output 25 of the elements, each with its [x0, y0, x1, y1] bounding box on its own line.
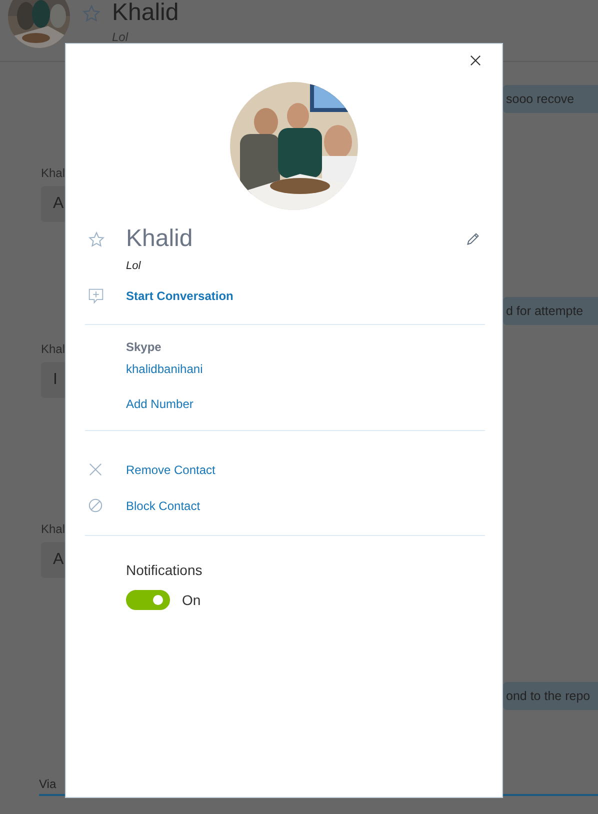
message-bubble: sooo recove [503, 85, 598, 113]
mood-message: Lol [126, 260, 141, 272]
block-icon [88, 498, 103, 513]
notifications-toggle[interactable] [126, 590, 170, 610]
block-contact-link[interactable]: Block Contact [126, 498, 200, 512]
skype-label: Skype [126, 340, 162, 354]
message-bubble: d for attempte [503, 297, 598, 325]
skype-name-link[interactable]: khalidbanihani [126, 362, 203, 376]
sender-name: Khal [41, 166, 66, 180]
remove-contact-link[interactable]: Remove Contact [126, 462, 216, 476]
notifications-label: Notifications [126, 562, 202, 578]
star-icon[interactable] [88, 230, 105, 248]
close-icon [88, 462, 103, 477]
sender-name: Khal [41, 342, 66, 356]
toggle-state: On [182, 592, 201, 608]
close-icon[interactable] [470, 55, 481, 66]
edit-icon[interactable] [466, 232, 480, 246]
sender-name: Khal [41, 522, 66, 536]
start-conversation-link[interactable]: Start Conversation [126, 289, 234, 303]
chat-add-icon [88, 288, 104, 304]
message-bubble: ond to the repo [503, 682, 598, 710]
add-number-link[interactable]: Add Number [126, 397, 194, 411]
contact-name: Khalid [112, 0, 179, 27]
star-icon[interactable] [82, 4, 101, 23]
contact-name: Khalid [126, 225, 194, 253]
